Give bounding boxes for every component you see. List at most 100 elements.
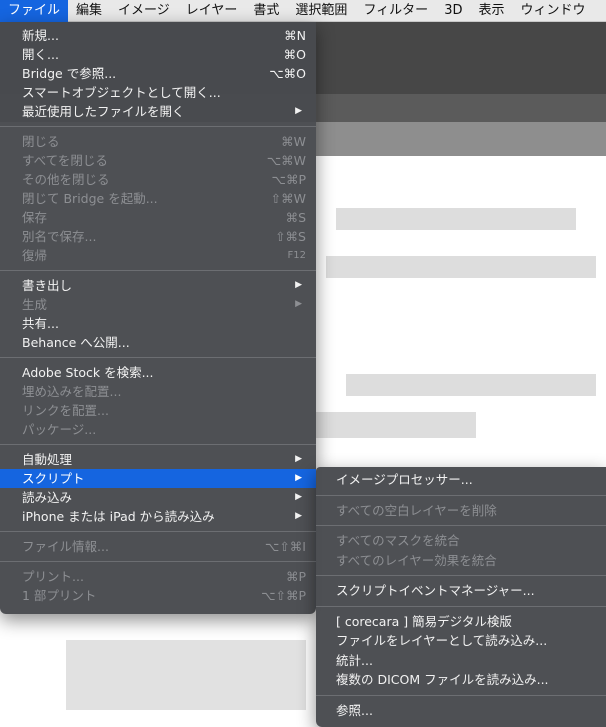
file-menu-item[interactable]: スクリプト ▶: [0, 469, 316, 488]
file-menu-item: 埋め込みを配置...: [0, 382, 316, 401]
submenu-arrow-icon: ▶: [295, 454, 302, 464]
blurred-content: [326, 256, 596, 278]
script-menu-item: すべてのマスクを統合: [316, 531, 606, 551]
menu-item-label: 別名で保存...: [22, 229, 97, 244]
script-menu-item[interactable]: イメージプロセッサー...: [316, 470, 606, 490]
file-menu-item[interactable]: 自動処理 ▶: [0, 450, 316, 469]
submenu-arrow-icon: ▶: [295, 280, 302, 290]
submenu-arrow-icon: ▶: [295, 299, 302, 309]
menu-item-label: 復帰: [22, 248, 48, 263]
menu-item-label: プリント...: [22, 569, 84, 584]
file-menu-item[interactable]: 新規... ⌘N: [0, 26, 316, 45]
submenu-arrow-icon: ▶: [295, 492, 302, 502]
submenu-arrow-icon: ▶: [295, 473, 302, 483]
menu-item-label: ファイル情報...: [22, 539, 109, 554]
menu-separator: [0, 270, 316, 271]
file-menu-item[interactable]: Behance へ公開...: [0, 333, 316, 352]
menu-separator: [0, 357, 316, 358]
script-menu-item: すべてのレイヤー効果を統合: [316, 551, 606, 571]
menu-item-shortcut: ⌘W: [281, 134, 306, 149]
script-menu-item[interactable]: ファイルをレイヤーとして読み込み...: [316, 631, 606, 651]
submenu-arrow-icon: ▶: [295, 106, 302, 116]
menu-item-label: リンクを配置...: [22, 403, 109, 418]
menu-item-shortcut: ⌘S: [285, 210, 306, 225]
file-menu-item: パッケージ...: [0, 420, 316, 439]
script-menu-item[interactable]: スクリプトイベントマネージャー...: [316, 581, 606, 601]
menu-item-label: すべてのマスクを統合: [336, 533, 460, 548]
menubar-item[interactable]: ファイル: [0, 0, 69, 22]
menu-separator: [316, 525, 606, 526]
menu-item-label: 保存: [22, 210, 48, 225]
script-menu-item[interactable]: 複数の DICOM ファイルを読み込み...: [316, 670, 606, 690]
menu-item-label: 統計...: [336, 652, 373, 668]
blurred-content: [336, 208, 576, 230]
menu-separator: [316, 605, 606, 607]
submenu-arrow-icon: ▶: [295, 511, 302, 521]
menubar-item[interactable]: 選択範囲: [287, 0, 355, 22]
script-menu-item[interactable]: 統計...: [316, 651, 606, 671]
menu-item-shortcut: ⇧⌘S: [275, 229, 306, 244]
menu-item-label: 閉じる: [22, 134, 60, 149]
menu-item-shortcut: ⌥⌘W: [266, 153, 306, 168]
menu-item-label: イメージプロセッサー...: [336, 472, 473, 487]
menubar-item[interactable]: イメージ: [110, 0, 178, 22]
file-menu-item: その他を閉じる ⌥⌘P: [0, 170, 316, 189]
menu-item-label: 共有...: [22, 316, 59, 331]
menu-bar: ファイル 編集 イメージ レイヤー 書式 選択範囲 フィルター 3D 表示 ウィンドウ: [0, 0, 606, 22]
file-menu-item: 閉じる ⌘W: [0, 132, 316, 151]
menubar-item[interactable]: 書式: [245, 0, 287, 22]
menubar-item[interactable]: レイヤー: [178, 0, 246, 22]
menu-item-shortcut: ⇧⌘W: [270, 191, 306, 206]
menu-item-label: 埋め込みを配置...: [22, 384, 122, 399]
menubar-item[interactable]: 表示: [470, 0, 512, 22]
file-menu-item: 別名で保存... ⇧⌘S: [0, 227, 316, 246]
menu-item-label: 閉じて Bridge を起動...: [22, 191, 158, 206]
file-menu-item[interactable]: 書き出し ▶: [0, 276, 316, 295]
script-menu-item[interactable]: 参照...: [316, 701, 606, 721]
file-menu-item: リンクを配置...: [0, 401, 316, 420]
menu-item-label: 1 部プリント: [22, 588, 97, 603]
menubar-item[interactable]: フィルター: [355, 0, 436, 22]
file-menu-item[interactable]: 開く... ⌘O: [0, 45, 316, 64]
menu-item-label: 複数の DICOM ファイルを読み込み...: [336, 672, 549, 687]
menu-item-label: 参照...: [336, 702, 373, 718]
menu-item-label: 新規...: [22, 28, 59, 43]
menubar-item[interactable]: 編集: [68, 0, 110, 22]
menu-item-shortcut: ⌘O: [283, 47, 306, 62]
ruler-background: [316, 122, 606, 156]
blurred-content: [66, 640, 306, 710]
file-menu-item[interactable]: 共有...: [0, 314, 316, 333]
menu-item-label: 最近使用したファイルを開く: [22, 104, 185, 119]
menu-item-label: すべての空白レイヤーを削除: [336, 502, 497, 518]
file-menu-item: 復帰 F12: [0, 246, 316, 265]
menu-item-label: スマートオブジェクトとして開く...: [22, 85, 221, 100]
file-menu-item[interactable]: 読み込み ▶: [0, 488, 316, 507]
menu-item-label: パッケージ...: [22, 422, 97, 437]
menu-item-label: 読み込み: [22, 490, 73, 505]
menu-item-shortcut: F12: [287, 250, 306, 261]
script-menu-item: すべての空白レイヤーを削除: [316, 501, 606, 521]
file-menu-item[interactable]: iPhone または iPad から読み込み ▶: [0, 507, 316, 526]
menu-item-label: Bridge で参照...: [22, 66, 117, 81]
file-menu-item[interactable]: Bridge で参照... ⌥⌘O: [0, 64, 316, 83]
file-menu-item: 閉じて Bridge を起動... ⇧⌘W: [0, 189, 316, 208]
menu-item-label: その他を閉じる: [22, 172, 110, 187]
menubar-item[interactable]: 3D: [436, 0, 470, 22]
file-menu: 新規... ⌘N 開く... ⌘O Bridge で参照... ⌥⌘O スマートオブジェクト…: [0, 22, 316, 614]
blurred-content: [346, 374, 596, 396]
script-menu-item[interactable]: [ corecara ] 簡易デジタル検版: [316, 612, 606, 632]
file-menu-item[interactable]: Adobe Stock を検索...: [0, 363, 316, 382]
document-canvas: [316, 156, 606, 466]
file-menu-item[interactable]: 最近使用したファイルを開く ▶: [0, 102, 316, 121]
menu-separator: [0, 561, 316, 562]
file-menu-item[interactable]: スマートオブジェクトとして開く...: [0, 83, 316, 102]
menubar-item[interactable]: ウィンドウ: [512, 0, 593, 22]
file-menu-item: 保存 ⌘S: [0, 208, 316, 227]
file-menu-item: ファイル情報... ⌥⇧⌘I: [0, 537, 316, 556]
file-menu-item: 生成 ▶: [0, 295, 316, 314]
menu-item-label: 自動処理: [22, 452, 73, 467]
menu-item-label: すべてのレイヤー効果を統合: [336, 552, 497, 568]
menu-item-label: [ corecara ] 簡易デジタル検版: [336, 613, 512, 629]
menu-item-label: ファイルをレイヤーとして読み込み...: [336, 633, 548, 648]
menu-item-label: 開く...: [22, 47, 59, 62]
